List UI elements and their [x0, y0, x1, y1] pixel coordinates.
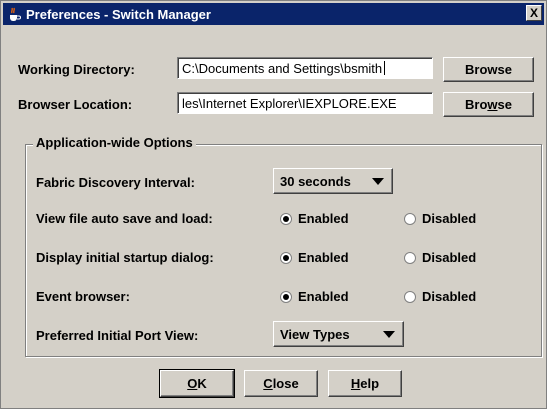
working-directory-browse-button[interactable]: Browse — [443, 57, 534, 82]
event-browser-enabled-radio[interactable]: Enabled — [280, 289, 349, 304]
fabric-discovery-value: 30 seconds — [280, 173, 351, 189]
radio-unselected-icon — [404, 212, 416, 225]
radio-label: Disabled — [422, 250, 477, 265]
help-button[interactable]: Help — [328, 370, 402, 397]
radio-label: Enabled — [298, 289, 349, 304]
ok-label-rest: K — [197, 376, 207, 391]
text-caret — [384, 61, 386, 75]
radio-selected-icon — [280, 290, 292, 303]
browse-label-mnemonic: w — [487, 97, 498, 112]
event-browser-disabled-radio[interactable]: Disabled — [404, 289, 476, 304]
close-button[interactable]: Close — [244, 370, 318, 397]
close-window-button[interactable]: X — [526, 5, 542, 21]
radio-selected-icon — [280, 212, 292, 225]
view-file-auto-save-label: View file auto save and load: — [36, 211, 213, 226]
working-directory-input[interactable]: C:\Documents and Settings\bsmith — [177, 57, 433, 79]
fabric-discovery-label: Fabric Discovery Interval: — [36, 175, 195, 190]
browse-label-end: se — [497, 97, 512, 112]
close-icon: X — [529, 6, 538, 20]
close-mnemonic: C — [263, 376, 273, 391]
radio-label: Enabled — [298, 250, 349, 265]
view-file-enabled-radio[interactable]: Enabled — [280, 211, 349, 226]
group-title: Application-wide Options — [33, 135, 196, 150]
window-title: Preferences - Switch Manager — [26, 6, 211, 22]
view-file-disabled-radio[interactable]: Disabled — [404, 211, 476, 226]
dropdown-arrow-icon — [383, 331, 395, 338]
help-mnemonic: H — [350, 376, 361, 391]
radio-selected-icon — [280, 251, 292, 264]
port-view-value: View Types — [280, 326, 350, 342]
dropdown-arrow-icon — [372, 178, 384, 185]
preferences-dialog: Preferences - Switch Manager X Working D… — [0, 0, 547, 409]
startup-disabled-radio[interactable]: Disabled — [404, 250, 476, 265]
port-view-dropdown[interactable]: View Types — [273, 321, 404, 347]
event-browser-label: Event browser: — [36, 289, 130, 304]
radio-label: Disabled — [422, 211, 477, 226]
ok-mnemonic: O — [187, 376, 198, 391]
radio-label: Enabled — [298, 211, 349, 226]
radio-unselected-icon — [404, 251, 416, 264]
startup-dialog-label: Display initial startup dialog: — [36, 250, 214, 265]
browser-location-label: Browser Location: — [18, 97, 133, 112]
startup-enabled-radio[interactable]: Enabled — [280, 250, 349, 265]
port-view-label: Preferred Initial Port View: — [36, 328, 199, 343]
browser-location-value: les\Internet Explorer\IEXPLORE.EXE — [182, 96, 397, 111]
radio-unselected-icon — [404, 290, 416, 303]
browser-location-input[interactable]: les\Internet Explorer\IEXPLORE.EXE — [177, 92, 433, 114]
help-label-rest: elp — [360, 376, 380, 391]
radio-label: Disabled — [422, 289, 477, 304]
close-label-rest: lose — [272, 376, 299, 391]
working-directory-label: Working Directory: — [18, 62, 135, 77]
fabric-discovery-dropdown[interactable]: 30 seconds — [273, 168, 393, 194]
working-directory-value: C:\Documents and Settings\bsmith — [182, 61, 383, 76]
java-cup-icon — [10, 7, 21, 21]
title-bar[interactable]: Preferences - Switch Manager X — [3, 3, 544, 25]
browse-label-start: Bro — [465, 97, 488, 112]
ok-button[interactable]: OK — [159, 369, 235, 398]
browser-location-browse-button[interactable]: Bro w se — [443, 92, 534, 117]
